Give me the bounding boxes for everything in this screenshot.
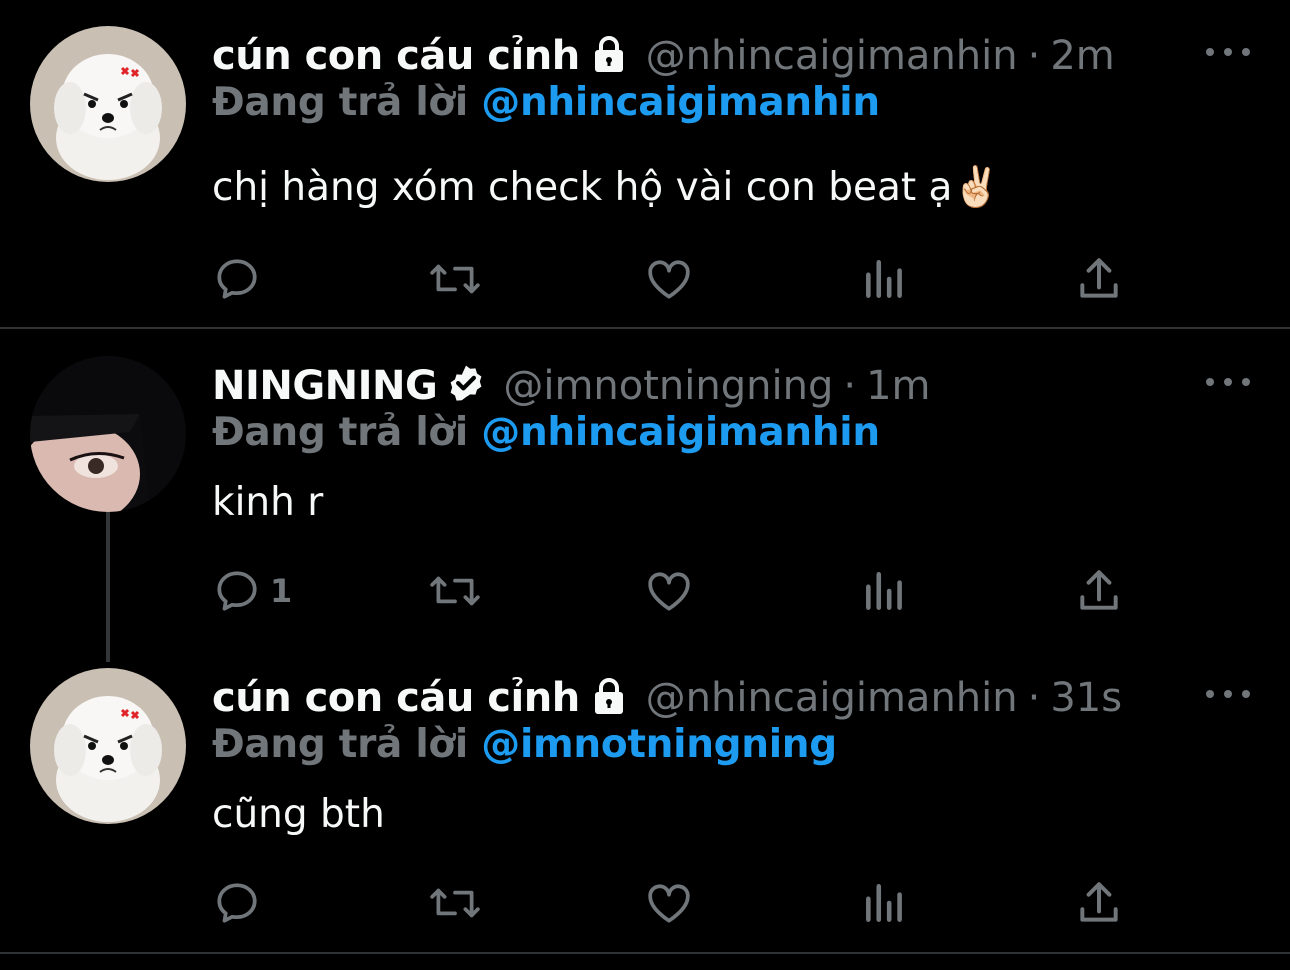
more-options-icon[interactable] — [1206, 42, 1250, 62]
tweet-2[interactable]: NINGNING @imnotningning · 1m Đang trả lờ… — [0, 330, 1290, 660]
display-name[interactable]: cún con cáu cỉnh — [212, 33, 580, 79]
action-bar: 1 — [212, 566, 1132, 616]
more-options-icon[interactable] — [1206, 372, 1250, 392]
separator-dot: · — [1027, 33, 1041, 79]
action-bar — [212, 254, 1132, 304]
share-icon — [1076, 566, 1122, 616]
tweet-header: cún con cáu cỉnh @nhincaigimanhin · 2m — [212, 30, 1115, 82]
reply-button[interactable]: 1 — [212, 566, 292, 616]
heart-icon — [644, 566, 694, 616]
timestamp[interactable]: 1m — [866, 363, 930, 409]
lock-icon — [588, 33, 630, 79]
tweet-text: cũng bth — [212, 792, 385, 837]
tweet-1[interactable]: cún con cáu cỉnh @nhincaigimanhin · 2m Đ… — [0, 0, 1290, 329]
avatar[interactable] — [30, 668, 186, 824]
replying-mention-link[interactable]: @nhincaigimanhin — [481, 80, 880, 125]
share-icon — [1076, 254, 1122, 304]
reply-button[interactable] — [212, 878, 270, 928]
retweet-button[interactable] — [428, 566, 482, 616]
reply-count: 1 — [270, 572, 293, 610]
timestamp[interactable]: 31s — [1050, 675, 1122, 721]
display-name[interactable]: cún con cáu cỉnh — [212, 675, 580, 721]
replying-prefix: Đang trả lời — [212, 722, 468, 767]
user-handle[interactable]: @nhincaigimanhin — [646, 675, 1018, 721]
avatar[interactable] — [30, 356, 186, 512]
replying-mention-link[interactable]: @nhincaigimanhin — [481, 410, 880, 455]
share-button[interactable] — [1076, 878, 1122, 928]
separator-dot: · — [843, 363, 857, 409]
tweet-3[interactable]: cún con cáu cỉnh @nhincaigimanhin · 31s … — [0, 642, 1290, 970]
analytics-button[interactable] — [862, 878, 908, 928]
timestamp[interactable]: 2m — [1050, 33, 1114, 79]
user-handle[interactable]: @nhincaigimanhin — [646, 33, 1018, 79]
share-button[interactable] — [1076, 254, 1122, 304]
tweet-header: cún con cáu cỉnh @nhincaigimanhin · 31s — [212, 672, 1122, 724]
separator-dot: · — [1027, 675, 1041, 721]
replying-to: Đang trả lời @imnotningning — [212, 722, 837, 767]
like-button[interactable] — [644, 254, 694, 304]
share-button[interactable] — [1076, 566, 1122, 616]
divider — [0, 327, 1290, 329]
retweet-icon — [428, 878, 482, 928]
tweet-text: chị hàng xóm check hộ vài con beat ạ✌🏻 — [212, 165, 1001, 210]
replying-prefix: Đang trả lời — [212, 410, 468, 455]
replying-prefix: Đang trả lời — [212, 80, 468, 125]
tweet-header: NINGNING @imnotningning · 1m — [212, 360, 930, 412]
more-options-icon[interactable] — [1206, 684, 1250, 704]
retweet-button[interactable] — [428, 878, 482, 928]
replying-to: Đang trả lời @nhincaigimanhin — [212, 80, 880, 125]
divider — [0, 952, 1290, 954]
reply-icon — [212, 878, 262, 928]
retweet-icon — [428, 566, 482, 616]
analytics-icon — [862, 878, 908, 928]
analytics-icon — [862, 566, 908, 616]
like-button[interactable] — [644, 566, 694, 616]
analytics-button[interactable] — [862, 566, 908, 616]
replying-to: Đang trả lời @nhincaigimanhin — [212, 410, 880, 455]
action-bar — [212, 878, 1132, 928]
user-handle[interactable]: @imnotningning — [503, 363, 833, 409]
heart-icon — [644, 878, 694, 928]
retweet-button[interactable] — [428, 254, 482, 304]
display-name[interactable]: NINGNING — [212, 363, 438, 409]
verified-icon — [445, 363, 487, 409]
tweet-text: kinh r — [212, 480, 324, 525]
analytics-button[interactable] — [862, 254, 908, 304]
analytics-icon — [862, 254, 908, 304]
retweet-icon — [428, 254, 482, 304]
share-icon — [1076, 878, 1122, 928]
reply-icon — [212, 566, 262, 616]
replying-mention-link[interactable]: @imnotningning — [481, 722, 837, 767]
heart-icon — [644, 254, 694, 304]
like-button[interactable] — [644, 878, 694, 928]
lock-icon — [588, 675, 630, 721]
reply-icon — [212, 254, 262, 304]
reply-button[interactable] — [212, 254, 270, 304]
avatar[interactable] — [30, 26, 186, 182]
